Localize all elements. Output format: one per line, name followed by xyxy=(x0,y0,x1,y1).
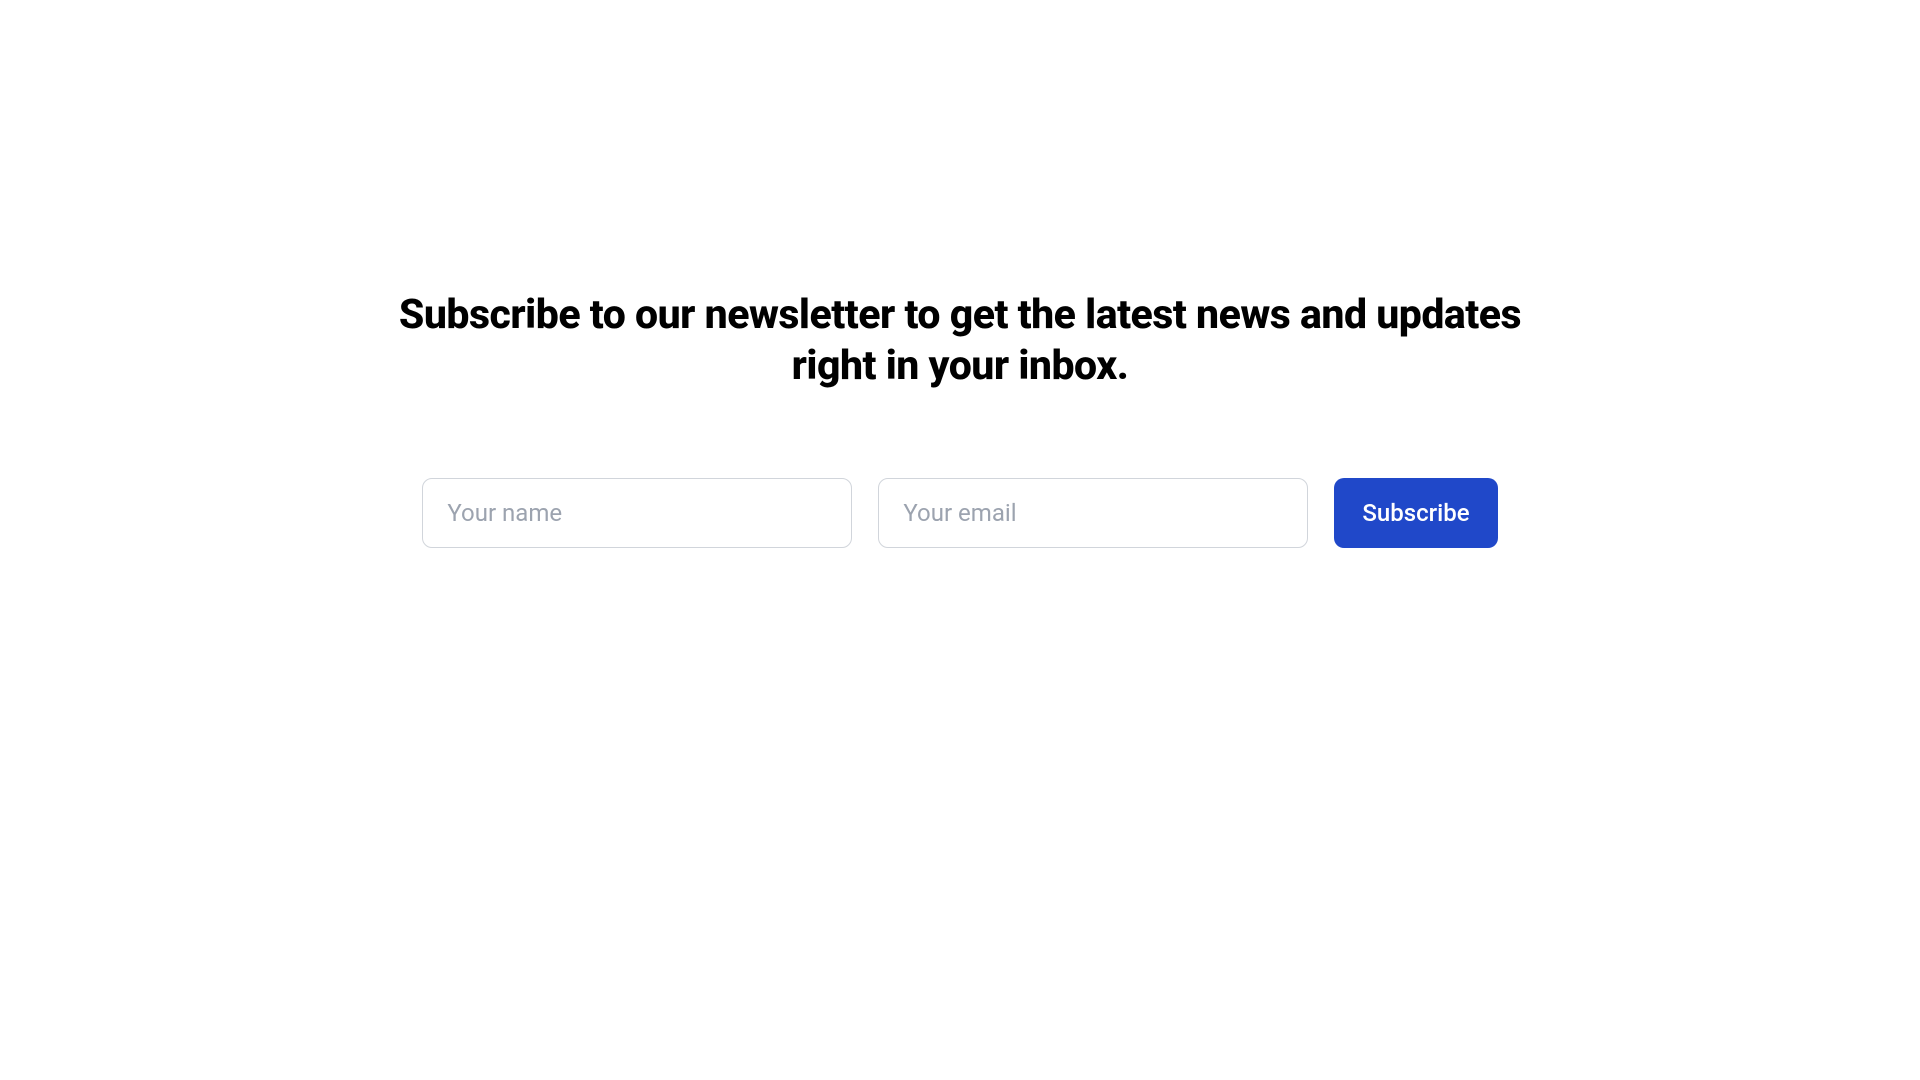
subscribe-form: Subscribe xyxy=(385,478,1535,548)
newsletter-heading: Subscribe to our newsletter to get the l… xyxy=(385,290,1535,393)
name-input[interactable] xyxy=(422,478,852,548)
email-input[interactable] xyxy=(878,478,1308,548)
newsletter-section: Subscribe to our newsletter to get the l… xyxy=(385,0,1535,548)
subscribe-button[interactable]: Subscribe xyxy=(1334,478,1497,548)
